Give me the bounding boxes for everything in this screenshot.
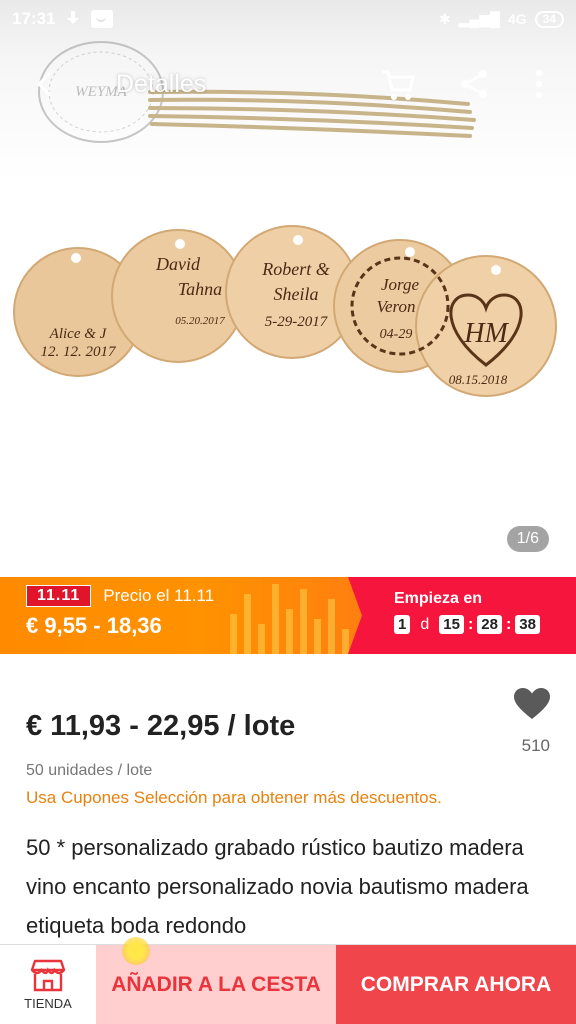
tag-1-date: 12. 12. 2017 [41,344,118,360]
heart-icon [514,688,550,719]
more-vert-icon [535,69,543,99]
product-info: € 11,93 - 22,95 / lote 510 50 unidades /… [0,654,576,944]
top-app-bar: Detalles [0,52,576,116]
share-button[interactable] [448,58,500,110]
share-icon [461,70,487,98]
promo-banner[interactable]: 11.11 Precio el 11.11 € 9,55 - 18,36 Emp… [0,577,576,654]
units-per-lot: 50 unidades / lote [26,762,153,779]
buy-now-label: COMPRAR AHORA [360,972,552,996]
product-image-gallery[interactable]: WEYMA Alice & J 12. 12. 2017 David Tahna… [0,0,576,577]
cart-button[interactable] [372,58,424,110]
countdown-minutes: 28 [477,615,502,634]
promo-price: € 9,55 - 18,36 [26,613,162,638]
countdown-label: Empieza en [394,590,483,607]
page-title: Detalles [116,69,207,98]
store-button[interactable]: TIENDA [0,945,96,1024]
promo-tag: 11.11 [26,585,92,607]
add-to-cart-label: AÑADIR A LA CESTA [111,972,321,996]
tag-4-text-2: Veron [376,297,415,316]
tag-2-date: 05.20.2017 [175,315,225,327]
bluetooth-icon: ✱ [438,10,451,27]
coupon-link[interactable]: Usa Cupones Selección para obtener más d… [26,788,442,808]
image-counter: 1/6 [506,526,549,552]
more-button[interactable] [524,58,554,110]
wishlist-button[interactable] [512,688,552,725]
store-icon [30,959,66,992]
promo-price-panel: 11.11 Precio el 11.11 € 9,55 - 18,36 [0,577,362,654]
countdown-seconds: 38 [515,615,540,634]
arrow-left-icon [37,72,51,96]
back-button[interactable] [20,58,72,110]
tag-5-date: 08.15.2018 [449,372,508,387]
countdown-days: 1 [394,615,411,634]
battery-level: 34 [534,10,564,28]
tag-2-text-2: Tahna [178,279,222,299]
countdown-separator: : [467,615,474,633]
tag-3-text: Robert & [261,259,330,279]
tag-4-text: Jorge [381,275,420,294]
countdown-timer: 1 d 15 : 28 : 38 [394,615,576,634]
tag-5-text: HM [463,318,509,349]
message-icon [91,10,114,28]
countdown-days-unit: d [420,615,430,633]
tag-4-date: 04-29 [380,327,413,342]
signal-icon: ▂▄▆█ [458,10,500,27]
tag-2-text: David [155,254,201,274]
promo-countdown-panel: Empieza en 1 d 15 : 28 : 38 [348,577,576,654]
buy-now-button[interactable]: COMPRAR AHORA [336,945,576,1024]
product-price: € 11,93 - 22,95 / lote [26,710,296,742]
add-to-cart-button[interactable]: AÑADIR A LA CESTA [96,937,336,1024]
bottom-action-bar: TIENDA AÑADIR A LA CESTA COMPRAR AHORA [0,937,576,1024]
tag-1-text: Alice & J [49,326,108,342]
tag-3-date: 5-29-2017 [265,314,329,330]
countdown-separator: : [505,615,512,633]
store-label: TIENDA [24,996,72,1011]
promo-label: Precio el 11.11 [103,586,215,605]
network-type: 4G [507,11,527,27]
tag-3-text-2: Sheila [274,284,319,304]
countdown-hours: 15 [439,615,464,634]
status-bar: 17:31 ✱ ▂▄▆█ 4G 34 [0,0,576,38]
cart-icon [382,70,415,100]
status-time: 17:31 [12,9,56,28]
product-title: 50 * personalizado grabado rústico bauti… [26,835,529,938]
sparkle-icon [122,937,150,965]
download-icon [65,11,81,27]
favorites-count: 510 [521,736,550,755]
